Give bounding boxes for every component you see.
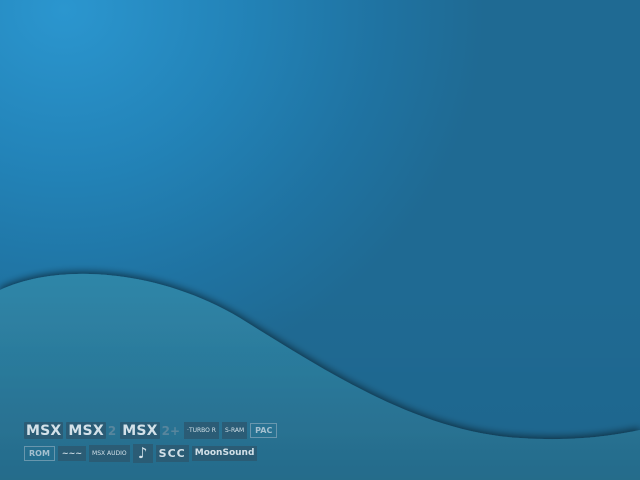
msx2-generation-label: 2	[107, 423, 117, 438]
rom-logo: ROM	[24, 446, 55, 461]
moonsound-logo: MoonSound	[191, 446, 258, 461]
music-note-icon: ♪	[132, 444, 153, 463]
msx2plus-generation-label: 2+	[161, 423, 181, 438]
wave-shape	[0, 273, 640, 480]
pac-logo: PAC	[250, 423, 278, 438]
turbo-r-logo: ·TURBO R	[184, 422, 219, 439]
logo-row-bottom: ROM ~~~ MSX AUDIO ♪ SCC MoonSound	[24, 444, 258, 463]
music-module-logo: ~~~	[57, 446, 87, 461]
scc-logo: SCC	[155, 445, 189, 462]
msx2plus-logo: MSX	[120, 422, 160, 439]
msx2-logo: MSX	[66, 422, 106, 439]
msx-audio-logo: MSX AUDIO	[89, 445, 130, 462]
msx-logo: MSX	[24, 422, 64, 439]
desktop-wallpaper: MSX MSX 2 MSX 2+ ·TURBO R S-RAM PAC ROM …	[0, 0, 640, 480]
sram-logo: S-RAM	[221, 422, 248, 439]
logo-row-top: MSX MSX 2 MSX 2+ ·TURBO R S-RAM PAC	[24, 422, 278, 439]
